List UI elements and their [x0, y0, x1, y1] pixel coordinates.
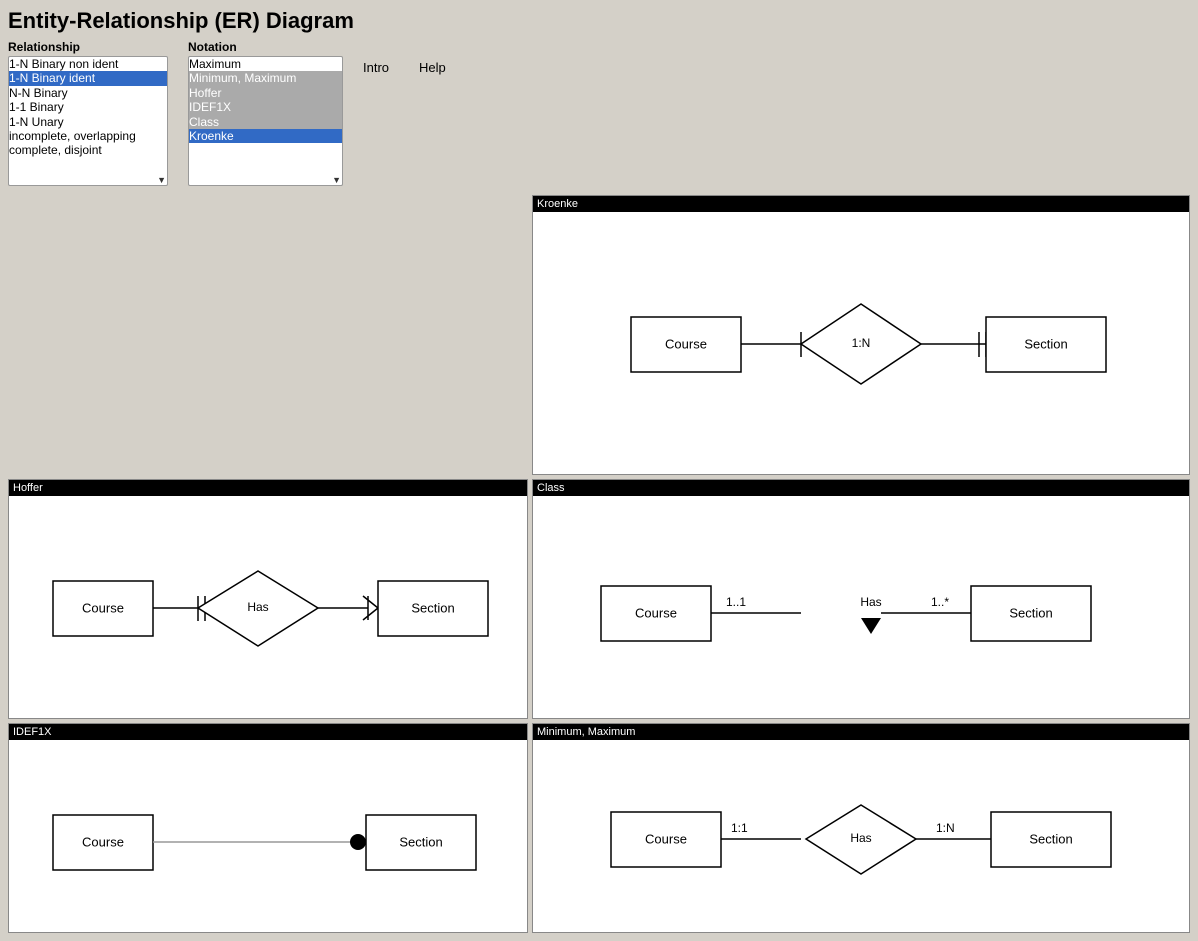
relationship-group: Relationship 1-N Binary non ident 1-N Bi… — [8, 40, 168, 187]
class-section-label: Section — [1009, 605, 1052, 620]
minmax-diagram: Minimum, Maximum Course 1:1 Has 1:N Sect — [532, 723, 1190, 933]
kroenke-section-label: Section — [1024, 336, 1067, 351]
kroenke-content: Course 1:N Section — [533, 212, 1189, 475]
intro-link[interactable]: Intro — [363, 60, 389, 75]
kroenke-course-label: Course — [665, 336, 707, 351]
rel-opt-0[interactable]: 1-N Binary non ident — [9, 57, 167, 71]
class-diagram: Class Course 1..1 Has 1..* Sect — [532, 479, 1190, 719]
relationship-label: Relationship — [8, 40, 168, 54]
kroenke-svg: Course 1:N Section — [571, 222, 1151, 472]
class-content: Course 1..1 Has 1..* Section — [533, 496, 1189, 716]
notation-label: Notation — [188, 40, 343, 54]
hoffer-course-label: Course — [82, 600, 124, 615]
not-opt-5[interactable]: Kroenke — [189, 129, 342, 143]
not-opt-1[interactable]: Minimum, Maximum — [189, 71, 342, 85]
class-course-label: Course — [635, 605, 677, 620]
class-svg: Course 1..1 Has 1..* Section — [571, 506, 1151, 706]
relationship-select-wrapper: 1-N Binary non ident 1-N Binary ident N-… — [8, 56, 168, 187]
not-opt-4[interactable]: Class — [189, 115, 342, 129]
not-opt-0[interactable]: Maximum — [189, 57, 342, 71]
minmax-rel-label: Has — [850, 831, 871, 845]
minmax-content: Course 1:1 Has 1:N Section — [533, 740, 1189, 930]
kroenke-diagram: Kroenke Course 1:N Section — [532, 195, 1190, 475]
notation-group: Notation Maximum Minimum, Maximum Hoffer… — [188, 40, 343, 187]
hoffer-content: Course Has Section — [9, 496, 527, 716]
notation-select-wrapper: Maximum Minimum, Maximum Hoffer IDEF1X C… — [188, 56, 343, 187]
help-link[interactable]: Help — [419, 60, 446, 75]
idef1x-content: Course Section — [9, 740, 527, 930]
minmax-course-label: Course — [645, 831, 687, 846]
kroenke-title: Kroenke — [533, 196, 1189, 212]
hoffer-rel-label: Has — [247, 600, 268, 614]
hoffer-crow2 — [363, 608, 378, 620]
rel-opt-1[interactable]: 1-N Binary ident — [9, 71, 167, 85]
page-title: Entity-Relationship (ER) Diagram — [8, 8, 1190, 34]
not-opt-2[interactable]: Hoffer — [189, 86, 342, 100]
relationship-select[interactable]: 1-N Binary non ident 1-N Binary ident N-… — [8, 56, 168, 186]
not-opt-3[interactable]: IDEF1X — [189, 100, 342, 114]
minmax-svg: Course 1:1 Has 1:N Section — [571, 750, 1151, 920]
class-right-mult: 1..* — [931, 595, 949, 609]
idef1x-title: IDEF1X — [9, 724, 527, 740]
hoffer-diagram: Hoffer Course Has — [8, 479, 528, 719]
hoffer-svg: Course Has Section — [23, 506, 513, 706]
rel-opt-6[interactable]: complete, disjoint — [9, 143, 167, 157]
rel-opt-3[interactable]: 1-1 Binary — [9, 100, 167, 114]
class-title: Class — [533, 480, 1189, 496]
rel-opt-5[interactable]: incomplete, overlapping — [9, 129, 167, 143]
idef1x-circle — [350, 834, 366, 850]
hoffer-section-label: Section — [411, 600, 454, 615]
class-arrow — [861, 618, 881, 634]
hoffer-title: Hoffer — [9, 480, 527, 496]
minmax-right-mult: 1:N — [936, 821, 955, 835]
hoffer-crow1 — [363, 596, 378, 608]
minmax-section-label: Section — [1029, 831, 1072, 846]
kroenke-rel-label: 1:N — [852, 336, 871, 350]
class-left-mult: 1..1 — [726, 595, 746, 609]
idef1x-course-label: Course — [82, 834, 124, 849]
idef1x-svg: Course Section — [23, 750, 513, 920]
minmax-left-mult: 1:1 — [731, 821, 748, 835]
top-controls: Relationship 1-N Binary non ident 1-N Bi… — [8, 40, 1190, 187]
minmax-title: Minimum, Maximum — [533, 724, 1189, 740]
idef1x-diagram: IDEF1X Course Section — [8, 723, 528, 933]
rel-opt-4[interactable]: 1-N Unary — [9, 115, 167, 129]
rel-opt-2[interactable]: N-N Binary — [9, 86, 167, 100]
notation-select[interactable]: Maximum Minimum, Maximum Hoffer IDEF1X C… — [188, 56, 343, 186]
idef1x-section-label: Section — [399, 834, 442, 849]
class-rel-label: Has — [860, 595, 881, 609]
nav-links: Intro Help — [363, 40, 446, 75]
diagrams-area: Kroenke Course 1:N Section — [8, 195, 1190, 933]
